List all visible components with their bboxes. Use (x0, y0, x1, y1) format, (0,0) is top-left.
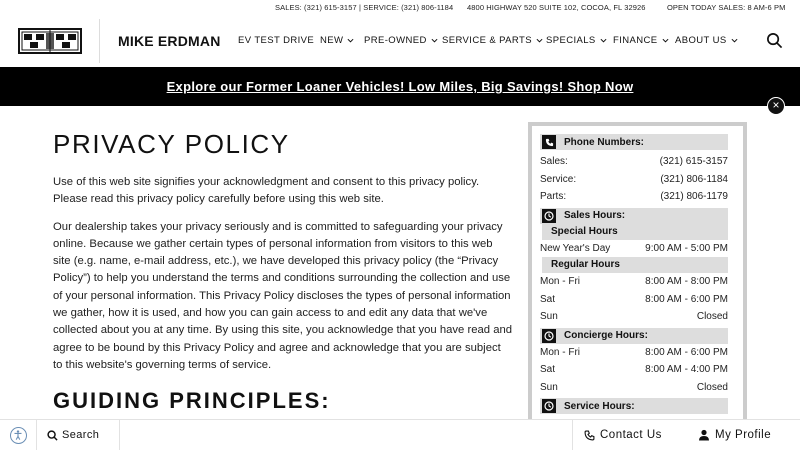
chevron-down-icon (536, 38, 543, 43)
phone-label: Sales: (540, 156, 568, 168)
hours-day: New Year's Day (540, 242, 611, 254)
my-profile-label: My Profile (715, 429, 772, 441)
nav-label: PRE-OWNED (364, 35, 427, 46)
privacy-paragraph: Our dealership takes your privacy seriou… (53, 220, 513, 371)
concierge-hours-row: Sun Closed (540, 379, 728, 397)
topbar-service-phone[interactable]: | SERVICE: (321) 806-1184 (359, 3, 453, 12)
special-hours-heading: Special Hours (542, 223, 728, 240)
clock-icon (542, 399, 556, 413)
header-divider (99, 19, 100, 63)
nav-label: NEW (320, 35, 344, 46)
site-header: MIKE ERDMAN EV TEST DRIVE NEW PRE-OWNED … (0, 15, 800, 67)
nav-label: SPECIALS (546, 35, 596, 46)
hours-day: Sat (540, 364, 556, 376)
accessibility-icon[interactable] (10, 427, 27, 444)
my-profile-button[interactable]: My Profile (698, 429, 771, 441)
chevron-down-icon (662, 38, 668, 43)
sales-hours-row: Mon - Fri 8:00 AM - 8:00 PM (540, 273, 728, 291)
chevron-down-icon (731, 38, 738, 43)
hours-time: 8:00 AM - 6:00 PM (645, 346, 728, 358)
phone-row-service: Service: (321) 806-1184 (540, 171, 728, 189)
hours-time: 8:00 AM - 4:00 PM (645, 364, 728, 376)
topbar-address[interactable]: 4800 HIGHWAY 520 SUITE 102, COCOA, FL 32… (467, 3, 646, 12)
nav-new[interactable]: NEW (320, 35, 354, 46)
hours-time: 8:00 AM - 8:00 PM (645, 276, 728, 288)
hours-day: Sun (540, 311, 558, 323)
chevron-down-icon (600, 38, 607, 43)
concierge-hours-title: Concierge Hours: (564, 330, 648, 341)
close-banner-button[interactable]: × (767, 97, 785, 115)
promo-banner: Explore our Former Loaner Vehicles! Low … (0, 67, 800, 106)
concierge-hours-row: Mon - Fri 8:00 AM - 6:00 PM (540, 344, 728, 362)
search-icon (47, 429, 58, 441)
search-icon[interactable] (766, 32, 783, 49)
sales-hours-row: Sun Closed (540, 308, 728, 326)
sales-hours-row: Sat 8:00 AM - 6:00 PM (540, 291, 728, 309)
bottom-action-bar: Search Contact Us My Profile (0, 419, 800, 450)
dealer-name[interactable]: MIKE ERDMAN (118, 33, 221, 49)
bottom-divider (119, 420, 120, 450)
phone-value[interactable]: (321) 615-3157 (660, 156, 728, 167)
privacy-content: PRIVACY POLICY Use of this web site sign… (53, 128, 513, 374)
nav-specials[interactable]: SPECIALS (546, 35, 607, 46)
user-icon (699, 429, 709, 441)
contact-us-label: Contact Us (600, 429, 662, 441)
phone-value[interactable]: (321) 806-1179 (660, 191, 728, 202)
regular-hours-heading: Regular Hours (542, 257, 728, 273)
nav-pre-owned[interactable]: PRE-OWNED (364, 35, 438, 46)
phone-label: Parts: (540, 191, 567, 203)
cadillac-crest-icon[interactable] (18, 28, 82, 54)
phone-row-parts: Parts: (321) 806-1179 (540, 188, 728, 206)
hours-time: Closed (696, 311, 728, 323)
nav-about-us[interactable]: ABOUT US (675, 35, 738, 46)
phone-label: Service: (540, 173, 577, 185)
hours-sidebar: Phone Numbers: Sales: (321) 615-3157 Ser… (528, 122, 747, 422)
phone-value[interactable]: (321) 806-1184 (660, 174, 728, 185)
guiding-principles-heading: GUIDING PRINCIPLES: (53, 388, 331, 413)
hours-day: Sat (540, 293, 556, 305)
bottom-search-button[interactable]: Search (47, 429, 99, 441)
page-title: PRIVACY POLICY (53, 129, 290, 159)
special-hours-row: New Year's Day 9:00 AM - 5:00 PM (540, 240, 728, 258)
clock-icon (542, 208, 556, 223)
sales-hours-title: Sales Hours: (564, 210, 626, 221)
hours-day: Mon - Fri (540, 346, 580, 358)
topbar-sales-phone[interactable]: SALES: (321) 615-3157 (275, 3, 357, 12)
phone-icon (542, 135, 556, 149)
nav-label: ABOUT US (675, 35, 727, 46)
search-label: Search (62, 429, 100, 441)
nav-label: EV TEST DRIVE (238, 35, 315, 46)
nav-service-parts[interactable]: SERVICE & PARTS (442, 35, 543, 46)
hours-day: Mon - Fri (540, 276, 580, 288)
top-utility-bar: SALES: (321) 615-3157 | SERVICE: (321) 8… (0, 0, 800, 15)
chevron-down-icon (431, 38, 438, 43)
sales-hours-header: Sales Hours: (540, 207, 728, 224)
concierge-hours-header: Concierge Hours: (540, 327, 728, 344)
intro-paragraph: Use of this web site signifies your ackn… (53, 176, 480, 206)
bottom-divider (36, 420, 37, 450)
nav-finance[interactable]: FINANCE (613, 35, 669, 46)
promo-banner-link[interactable]: Explore our Former Loaner Vehicles! Low … (0, 79, 800, 94)
topbar-hours[interactable]: OPEN TODAY SALES: 8 AM-6 PM (667, 3, 785, 12)
concierge-hours-row: Sat 8:00 AM - 4:00 PM (540, 361, 728, 379)
hours-time: Closed (696, 381, 728, 393)
service-hours-title: Service Hours: (564, 400, 635, 412)
bottom-divider (572, 420, 573, 450)
hours-time: 8:00 AM - 6:00 PM (645, 293, 728, 305)
phone-numbers-header: Phone Numbers: (540, 134, 728, 150)
phone-icon (584, 430, 595, 440)
service-hours-header: Service Hours: (540, 398, 728, 414)
phone-row-sales: Sales: (321) 615-3157 (540, 153, 728, 171)
hours-time: 9:00 AM - 5:00 PM (645, 242, 728, 254)
hours-day: Sun (540, 381, 558, 393)
phone-numbers-title: Phone Numbers: (564, 136, 645, 148)
chevron-down-icon (347, 38, 354, 43)
contact-us-button[interactable]: Contact Us (584, 429, 662, 441)
nav-label: FINANCE (613, 35, 658, 46)
nav-label: SERVICE & PARTS (442, 35, 532, 46)
clock-icon (542, 328, 556, 343)
nav-ev-test-drive[interactable]: EV TEST DRIVE (238, 35, 314, 46)
